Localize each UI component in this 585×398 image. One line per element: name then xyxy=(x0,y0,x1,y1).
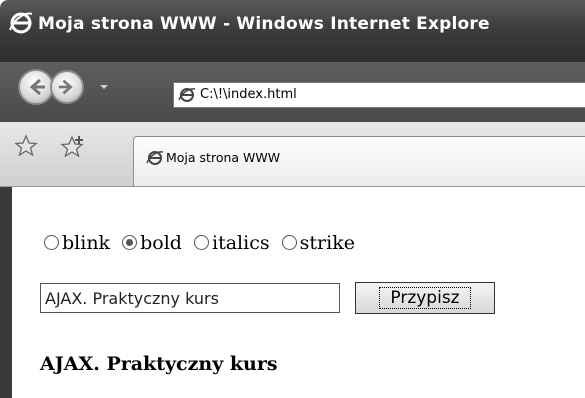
radio-label: strike xyxy=(299,232,355,254)
window-title: Moja strona WWW - Windows Internet Explo… xyxy=(38,14,490,34)
back-arrow-icon xyxy=(29,78,45,96)
address-text[interactable]: C:\!\index.html xyxy=(200,87,297,102)
tab-moja-strona[interactable]: Moja strona WWW xyxy=(133,136,585,186)
ie-logo-icon xyxy=(9,12,33,34)
navigation-bar: C:\!\index.html xyxy=(0,62,585,122)
radio-label: italics xyxy=(212,232,270,254)
radio-option-strike[interactable]: strike xyxy=(281,232,355,254)
style-radio-group: blink bold italics strike xyxy=(44,232,361,254)
tab-bar: Moja strona WWW xyxy=(0,122,585,187)
result-text: AJAX. Praktyczny kurs xyxy=(40,353,278,375)
assign-button-label: Przypisz xyxy=(379,287,471,309)
radio-label: bold xyxy=(140,232,182,254)
add-favorite-icon[interactable] xyxy=(60,134,86,160)
page-icon xyxy=(178,88,196,102)
back-button[interactable] xyxy=(18,69,54,105)
radio-option-bold[interactable]: bold xyxy=(122,232,182,254)
forward-arrow-icon xyxy=(58,79,73,95)
radio-option-blink[interactable]: blink xyxy=(44,232,110,254)
page-content: blink bold italics strike Przypisz AJAX.… xyxy=(0,187,585,398)
forward-button[interactable] xyxy=(50,70,84,104)
radio-button[interactable] xyxy=(194,235,210,250)
address-bar[interactable]: C:\!\index.html xyxy=(173,82,585,108)
favorites-star-icon[interactable] xyxy=(14,134,38,158)
radio-button[interactable] xyxy=(281,235,297,250)
radio-option-italics[interactable]: italics xyxy=(194,232,270,254)
title-bar: Moja strona WWW - Windows Internet Explo… xyxy=(0,0,585,66)
text-input[interactable] xyxy=(40,283,340,313)
tab-label: Moja strona WWW xyxy=(166,150,281,165)
recent-pages-dropdown-icon[interactable] xyxy=(98,81,110,93)
radio-label: blink xyxy=(62,232,111,254)
radio-button[interactable] xyxy=(122,235,138,250)
assign-button[interactable]: Przypisz xyxy=(355,282,495,314)
radio-button[interactable] xyxy=(44,235,59,250)
page-icon xyxy=(146,151,164,165)
